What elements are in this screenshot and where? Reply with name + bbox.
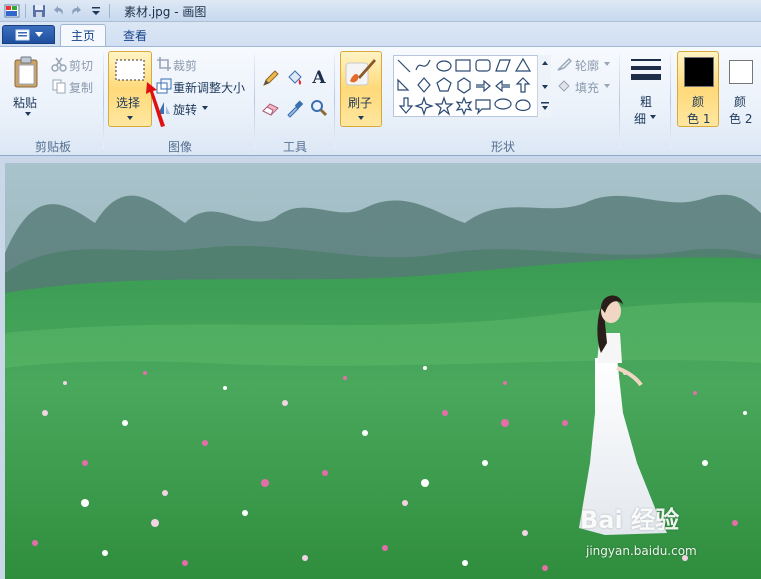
ribbon-tab-row: 主页 查看	[0, 22, 761, 46]
color1-swatch-fill	[684, 57, 714, 87]
resize-label[interactable]: 重新调整大小	[173, 79, 245, 96]
shapes-gallery-icons	[397, 57, 532, 116]
qat-separator	[25, 4, 26, 18]
chevron-down-icon	[126, 115, 134, 121]
chevron-down-icon	[34, 31, 43, 37]
chevron-down-icon[interactable]	[201, 105, 209, 111]
color2-swatch[interactable]	[728, 59, 754, 85]
color2-swatch-fill	[729, 60, 753, 84]
group-divider	[334, 53, 335, 149]
group-divider	[670, 53, 671, 149]
tab-view[interactable]: 查看	[110, 24, 160, 46]
paste-label[interactable]: 粘贴	[13, 94, 37, 111]
crop-icon	[156, 56, 172, 72]
chevron-down-icon[interactable]	[603, 83, 611, 89]
clipboard-group-label: 剪贴板	[34, 140, 71, 154]
fill-icon	[556, 78, 572, 94]
size-label-line1[interactable]: 粗	[640, 93, 652, 110]
brushes-label: 刷子	[348, 96, 373, 110]
chevron-down-icon[interactable]	[24, 111, 32, 117]
chevron-down-icon	[357, 115, 365, 121]
copy-label[interactable]: 复制	[69, 79, 93, 96]
text-tool-icon[interactable]: A	[308, 67, 330, 89]
color1-label-line1: 颜	[692, 95, 705, 109]
gallery-expand-icon[interactable]	[542, 106, 548, 110]
outline-label[interactable]: 轮廓	[575, 57, 599, 74]
red-arrow-annotation	[146, 82, 165, 127]
group-divider	[619, 53, 620, 149]
magnifier-icon[interactable]	[308, 97, 330, 119]
shapes-gallery-scrollbar[interactable]	[537, 55, 551, 117]
color2-label-line2[interactable]: 色 2	[729, 110, 752, 127]
color2-label-line1[interactable]: 颜	[734, 93, 746, 110]
redo-icon[interactable]	[69, 3, 85, 19]
paste-icon[interactable]	[12, 55, 42, 89]
pencil-icon[interactable]	[260, 67, 282, 89]
group-divider	[254, 53, 255, 149]
baidu-watermark-url: jingyan.baidu.com	[586, 544, 697, 558]
save-icon[interactable]	[31, 3, 47, 19]
color1-swatch	[683, 56, 715, 88]
customize-qat-icon[interactable]	[88, 3, 104, 19]
line-size-icon[interactable]	[628, 55, 664, 85]
paint-menu-icon	[15, 29, 29, 40]
tools-group-label: 工具	[282, 140, 307, 154]
window-title: 素材.jpg - 画图	[124, 5, 207, 19]
chevron-down-icon[interactable]	[603, 61, 611, 67]
fill-bucket-icon[interactable]	[284, 67, 306, 89]
color1-label-line2: 色 1	[687, 112, 711, 126]
cut-label[interactable]: 剪切	[69, 57, 93, 74]
tab-home[interactable]: 主页	[60, 24, 106, 46]
copy-icon	[51, 78, 67, 94]
shapes-group-label: 形状	[490, 140, 515, 154]
paint-menu-button[interactable]	[2, 25, 55, 44]
select-label: 选择	[116, 96, 141, 110]
qat-separator	[109, 4, 110, 18]
cut-icon	[51, 56, 67, 72]
eraser-icon[interactable]	[260, 97, 282, 119]
chevron-down-icon[interactable]	[649, 114, 657, 120]
image-group-label: 图像	[167, 140, 192, 154]
rotate-label[interactable]: 旋转	[173, 101, 197, 118]
crop-label[interactable]: 裁剪	[173, 57, 197, 74]
select-rectangle-icon	[113, 57, 147, 83]
group-divider	[103, 53, 104, 149]
undo-icon[interactable]	[50, 3, 66, 19]
fill-label[interactable]: 填充	[575, 79, 599, 96]
ribbon: 粘贴 剪切 复制 剪贴板 选择 裁剪 重新调整大小 旋转 图像 A 工具 刷子 …	[0, 46, 761, 156]
color-picker-icon[interactable]	[284, 97, 306, 119]
shapes-gallery[interactable]	[393, 55, 551, 117]
scroll-down-icon[interactable]	[542, 85, 548, 89]
quick-access-toolbar	[4, 3, 112, 19]
brush-icon	[344, 55, 378, 89]
scroll-up-icon[interactable]	[542, 61, 548, 65]
text-tool-glyph: A	[312, 68, 326, 88]
paint-app-icon[interactable]	[4, 3, 20, 19]
title-bar: 素材.jpg - 画图	[0, 0, 761, 22]
baidu-watermark: Bai 经验	[580, 506, 680, 534]
size-label-line2[interactable]: 细	[634, 110, 646, 127]
outline-icon	[556, 56, 572, 72]
